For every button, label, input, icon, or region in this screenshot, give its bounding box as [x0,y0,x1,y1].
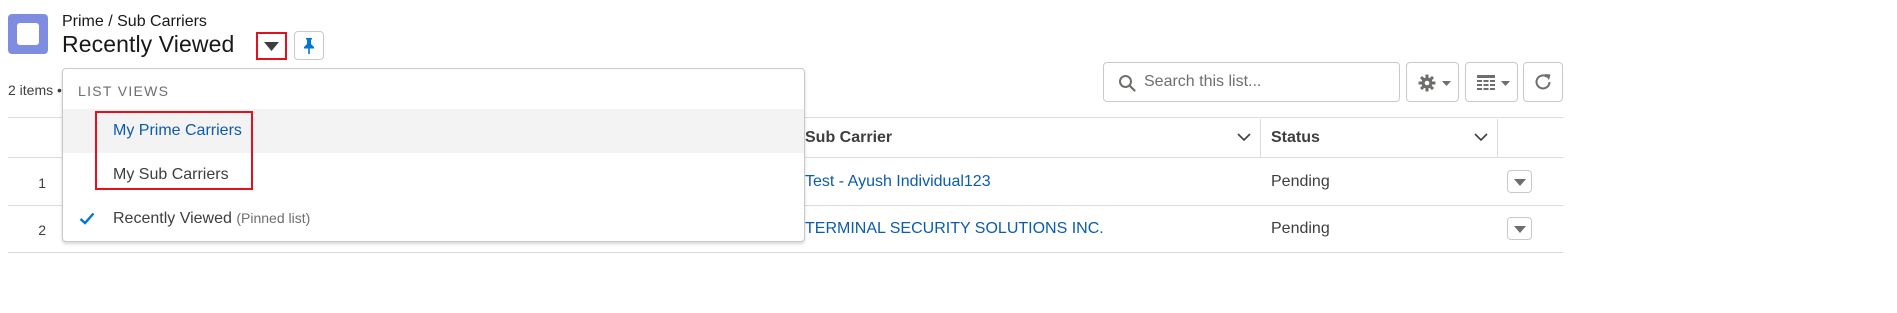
search-icon [1119,75,1136,92]
column-header-status[interactable]: Status [1271,119,1497,157]
column-header-sub-carrier[interactable]: Sub Carrier [805,119,1260,157]
column-label: Sub Carrier [805,129,893,146]
chevron-down-icon [1474,133,1488,142]
search-input[interactable] [1144,69,1394,95]
dropdown-section-header: LIST VIEWS [78,83,170,99]
row-actions-button[interactable] [1507,170,1532,193]
list-view-name: Recently Viewed [113,210,232,227]
column-divider[interactable] [1497,119,1498,157]
table-view-icon [1477,75,1495,90]
status-cell: Pending [1271,220,1330,237]
search-field[interactable] [1103,62,1400,102]
row-divider [8,252,1563,253]
caret-down-icon [1514,226,1526,233]
list-view-label: My Prime Carriers [113,122,242,139]
pin-list-button[interactable] [294,31,324,60]
caret-down-icon [264,42,279,51]
gear-icon [1418,74,1436,92]
row-actions-button[interactable] [1507,217,1532,240]
page-title: Recently Viewed [62,31,235,57]
list-view-picker-button[interactable] [256,32,287,60]
items-count: 2 items • [8,82,62,98]
chevron-down-icon [1501,81,1510,86]
list-object-icon [8,14,48,54]
sub-carrier-link[interactable]: Test - Ayush Individual123 [805,173,991,191]
pinned-note: (Pinned list) [236,210,311,226]
chevron-down-icon [1237,133,1251,142]
display-as-button[interactable] [1465,62,1518,102]
row-number: 1 [38,175,46,191]
refresh-button[interactable] [1523,62,1563,102]
chevron-down-icon [1442,81,1451,86]
column-label: Status [1271,129,1320,146]
column-divider[interactable] [1260,119,1261,157]
list-views-dropdown: LIST VIEWS My Prime Carriers My Sub Carr… [62,68,805,242]
list-view-label: Recently Viewed (Pinned list) [113,210,310,228]
list-view-label: My Sub Carriers [113,166,229,183]
sub-carrier-link[interactable]: TERMINAL SECURITY SOLUTIONS INC. [805,220,1104,238]
status-cell: Pending [1271,173,1330,190]
row-number: 2 [38,222,46,238]
caret-down-icon [1514,179,1526,186]
list-view-item-recently-viewed[interactable]: Recently Viewed (Pinned list) [63,197,804,241]
breadcrumb: Prime / Sub Carriers [62,13,207,30]
list-view-item-my-prime-carriers[interactable]: My Prime Carriers [63,109,804,153]
list-view-item-my-sub-carriers[interactable]: My Sub Carriers [63,153,804,197]
list-settings-button[interactable] [1406,62,1459,102]
refresh-icon [1535,74,1551,90]
pin-icon [304,38,314,54]
check-icon [79,212,95,225]
